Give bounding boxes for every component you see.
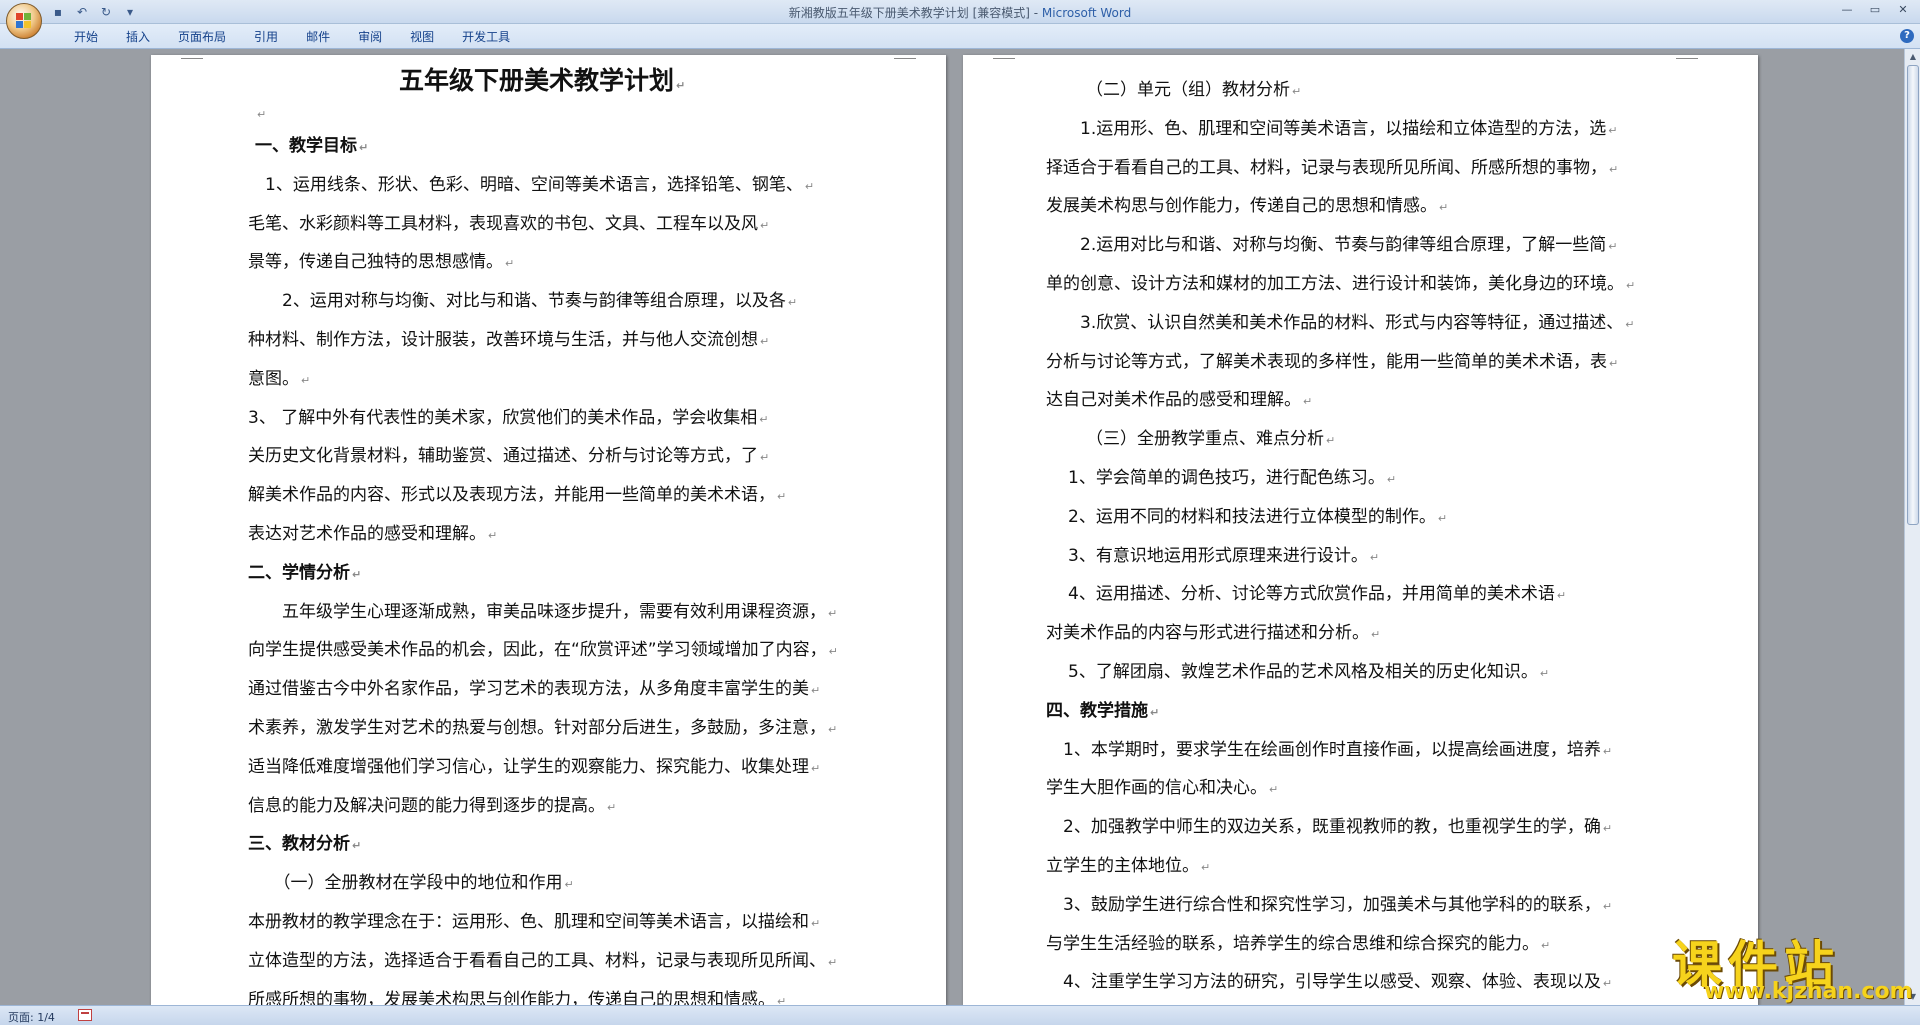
text-line: 择适合于看看自己的工具、材料，记录与表现所见所闻、所感所想的事物， ↵ [1046,157,1619,178]
margin-mark [1676,58,1698,59]
text-line: 信息的能力及解决问题的能力得到逐步的提高。 ↵ [248,795,617,816]
empty-paragraph: ↵ [257,108,267,121]
text-line: 与学生生活经验的联系，培养学生的综合思维和综合探究的能力。 ↵ [1046,933,1551,954]
text-line: 通过借鉴古今中外名家作品，学习艺术的表现方法，从多角度丰富学生的美 ↵ [248,679,821,700]
text-line: 所感所想的事物，发展美术构思与创作能力，传递自己的思想和情感。 ↵ [248,989,787,1005]
ribbon-tab[interactable]: 开始 [60,29,112,45]
vertical-scrollbar[interactable]: ▲ ▼ [1904,49,1920,1005]
ribbon-tabs: 开始 插入 页面布局 引用 邮件 审阅 视图 开发工具 [60,29,524,45]
text-line: 术素养，激发学生对艺术的热爱与创想。针对部分后进生，多鼓励，多注意， ↵ [248,718,838,738]
text-line: 4、运用描述、分析、讨论等方式欣赏作品，并用简单的美术术语 ↵ [1068,584,1567,605]
text-line: 意图。 ↵ [248,368,311,389]
text-line: 景等，传递自己独特的思想感情。 ↵ [248,252,515,273]
margin-mark [894,58,916,59]
text-line: 毛笔、水彩颜料等工具材料，表现喜欢的书包、文具、工程车以及风 ↵ [248,213,770,234]
watermark-logo: 课件站 www.kjzhan.com [1672,925,1913,1005]
window-controls: — ▭ ✕ [1836,2,1914,18]
text-line: 2、运用不同的材料和技法进行立体模型的制作。 ↵ [1068,506,1448,527]
margin-mark [181,58,203,59]
text-line: 本册教材的教学理念在于：运用形、色、肌理和空间等美术语言，以描绘和 ↵ [248,912,821,932]
text-line: 2、加强教学中师生的双边关系，既重视教师的教，也重视学生的学，确 ↵ [1063,817,1613,838]
office-logo-icon [16,13,32,29]
window-title: 新湘教版五年级下册美术教学计划 [兼容模式] - Microsoft Word [0,4,1920,21]
document-page-1[interactable]: 五年级下册美术教学计划 ↵ ↵ 一、教学目标 ↵ 1、运用线条、形状、色彩、明暗、空… [151,55,946,1005]
ribbon: 开始 插入 页面布局 引用 邮件 审阅 视图 开发工具 ? [0,24,1920,49]
office-button[interactable] [6,3,42,39]
document-title-heading: 五年级下册美术教学计划 ↵ [399,66,686,95]
watermark-url: www.kjzhan.com [1704,979,1913,1004]
text-line: 3、鼓励学生进行综合性和探究性学习，加强美术与其他学科的的联系， ↵ [1063,894,1613,915]
text-line: （三）全册教学重点、难点分析 ↵ [1086,429,1336,450]
text-line: 3、有意识地运用形式原理来进行设计。 ↵ [1068,545,1380,566]
section-heading: 四、教学措施 ↵ [1046,700,1160,721]
section-heading: 三、教材分析 ↵ [248,834,362,855]
page-count[interactable]: 页面: 1/4 [8,1009,55,1025]
text-line: 立学生的主体地位。 ↵ [1046,856,1211,876]
scroll-up-icon[interactable]: ▲ [1907,50,1919,64]
text-line: 3.欣赏、认识自然美和美术作品的材料、形式与内容等特征，通过描述、 ↵ [1080,312,1635,333]
proofing-icon[interactable] [78,1009,92,1021]
text-line: 分析与讨论等方式，了解美术表现的多样性，能用一些简单的美术术语，表 ↵ [1046,351,1619,372]
text-line: 5、了解团扇、敦煌艺术作品的艺术风格及相关的历史化知识。 ↵ [1068,662,1550,682]
text-line: 发展美术构思与创作能力，传递自己的思想和情感。 ↵ [1046,196,1449,217]
section-heading: 一、教学目标 ↵ [255,136,369,156]
text-line: 向学生提供感受美术作品的机会，因此，在“欣赏评述”学习领域增加了内容， ↵ [248,640,838,661]
ribbon-tab[interactable]: 页面布局 [164,29,240,45]
text-line: 1.运用形、色、肌理和空间等美术语言，以描绘和立体造型的方法，选 ↵ [1080,118,1618,139]
text-line: 4、注重学生学习方法的研究，引导学生以感受、观察、体验、表现以及 ↵ [1063,972,1613,993]
document-title: 新湘教版五年级下册美术教学计划 [兼容模式] - [788,6,1042,20]
help-icon[interactable]: ? [1900,29,1914,43]
text-line: 2.运用对比与和谐、对称与均衡、节奏与韵律等组合原理，了解一些简 ↵ [1080,235,1618,256]
text-line: 立体造型的方法，选择适合于看看自己的工具、材料，记录与表现所见所闻、 ↵ [248,950,838,971]
margin-mark [993,58,1015,59]
text-line: 种材料、制作方法，设计服装，改善环境与生活，并与他人交流创想 ↵ [248,330,770,350]
ribbon-tab[interactable]: 开发工具 [448,29,524,45]
ribbon-tab[interactable]: 审阅 [344,29,396,45]
title-bar: ▪ ↶ ↻ ▾ 新湘教版五年级下册美术教学计划 [兼容模式] - Microso… [0,0,1920,39]
text-line: 达自己对美术作品的感受和理解。 ↵ [1046,390,1313,411]
text-line: 1、运用线条、形状、色彩、明暗、空间等美术语言，选择铅笔、钢笔、 ↵ [248,174,815,195]
ribbon-tab[interactable]: 插入 [112,29,164,45]
text-line: 2、运用对称与均衡、对比与和谐、节奏与韵律等组合原理，以及各 ↵ [248,291,798,312]
text-line: 五年级学生心理逐渐成熟，审美品味逐步提升，需要有效利用课程资源， ↵ [248,601,838,622]
text-line: （一）全册教材在学段中的地位和作用 ↵ [248,873,574,894]
status-bar: 页面: 1/4 [0,1005,1920,1025]
text-line: 学生大胆作画的信心和决心。 ↵ [1046,778,1279,799]
minimize-icon[interactable]: — [1836,2,1858,18]
text-line: 关历史文化背景材料，辅助鉴赏、通过描述、分析与讨论等方式，了 ↵ [248,446,770,467]
close-icon[interactable]: ✕ [1892,2,1914,18]
section-heading: 二、学情分析 ↵ [248,562,362,583]
text-line: （二）单元（组）教材分析 ↵ [1086,80,1302,100]
text-line: 1、本学期时，要求学生在绘画创作时直接作画，以提高绘画进度，培养 ↵ [1063,739,1613,760]
text-line: 适当降低难度增强他们学习信心，让学生的观察能力、探究能力、收集处理 ↵ [248,756,821,777]
ribbon-tab[interactable]: 邮件 [292,29,344,45]
maximize-icon[interactable]: ▭ [1864,2,1886,18]
ribbon-tab[interactable]: 视图 [396,29,448,45]
scroll-thumb[interactable] [1907,65,1919,525]
app-name: Microsoft Word [1041,6,1132,20]
document-page-2[interactable]: （二）单元（组）教材分析 ↵ 1.运用形、色、肌理和空间等美术语言，以描绘和立体造型… [963,55,1758,1005]
ribbon-tab[interactable]: 引用 [240,29,292,45]
text-line: 3、 了解中外有代表性的美术家，欣赏他们的美术作品，学会收集相 ↵ [248,407,769,428]
text-line: 对美术作品的内容与形式进行描述和分析。 ↵ [1046,623,1381,644]
text-line: 1、学会简单的调色技巧，进行配色练习。 ↵ [1068,468,1397,488]
text-line: 单的创意、设计方法和媒材的加工方法、进行设计和装饰，美化身边的环境。 ↵ [1046,274,1636,294]
text-line: 表达对艺术作品的感受和理解。 ↵ [248,524,498,544]
text-line: 解美术作品的内容、形式以及表现方法，并能用一些简单的美术术语， ↵ [248,485,787,506]
